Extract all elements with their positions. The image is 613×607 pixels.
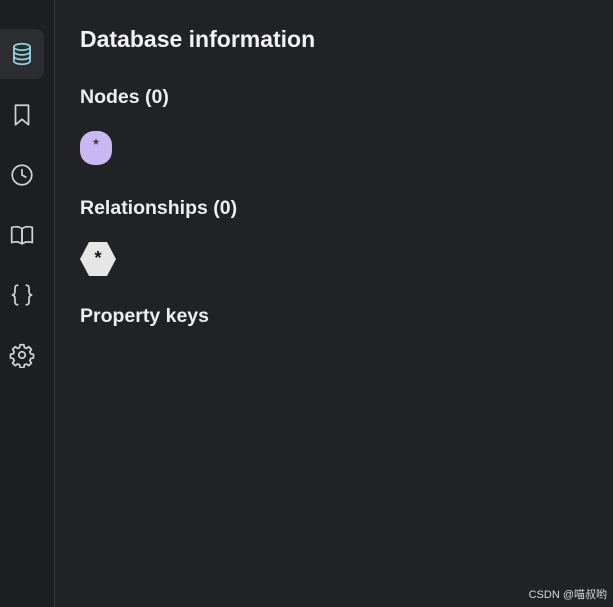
bookmark-icon	[14, 104, 30, 126]
sidebar	[0, 0, 55, 607]
history-clock-icon	[11, 164, 33, 186]
node-label-text: *	[92, 137, 100, 154]
curly-braces-icon	[11, 284, 33, 306]
sidebar-item-favorites[interactable]	[0, 90, 44, 140]
nodes-heading: Nodes (0)	[80, 86, 169, 108]
watermark: CSDN @喵叔哟	[528, 589, 607, 601]
property-keys-heading: Property keys	[80, 305, 209, 327]
sidebar-item-guides[interactable]	[0, 210, 44, 260]
book-open-icon	[10, 225, 34, 245]
database-icon	[13, 42, 31, 66]
relationship-type-all[interactable]: *	[80, 241, 116, 277]
relationships-heading: Relationships (0)	[80, 197, 238, 219]
page-title: Database information	[80, 26, 316, 52]
sidebar-item-query[interactable]	[0, 270, 44, 320]
node-label-all[interactable]: *	[80, 131, 112, 165]
sidebar-item-database[interactable]	[0, 29, 44, 79]
sidebar-item-history[interactable]	[0, 150, 44, 200]
gear-icon	[9, 343, 35, 368]
relationship-type-text: *	[94, 248, 102, 268]
sidebar-item-settings[interactable]	[0, 330, 44, 380]
